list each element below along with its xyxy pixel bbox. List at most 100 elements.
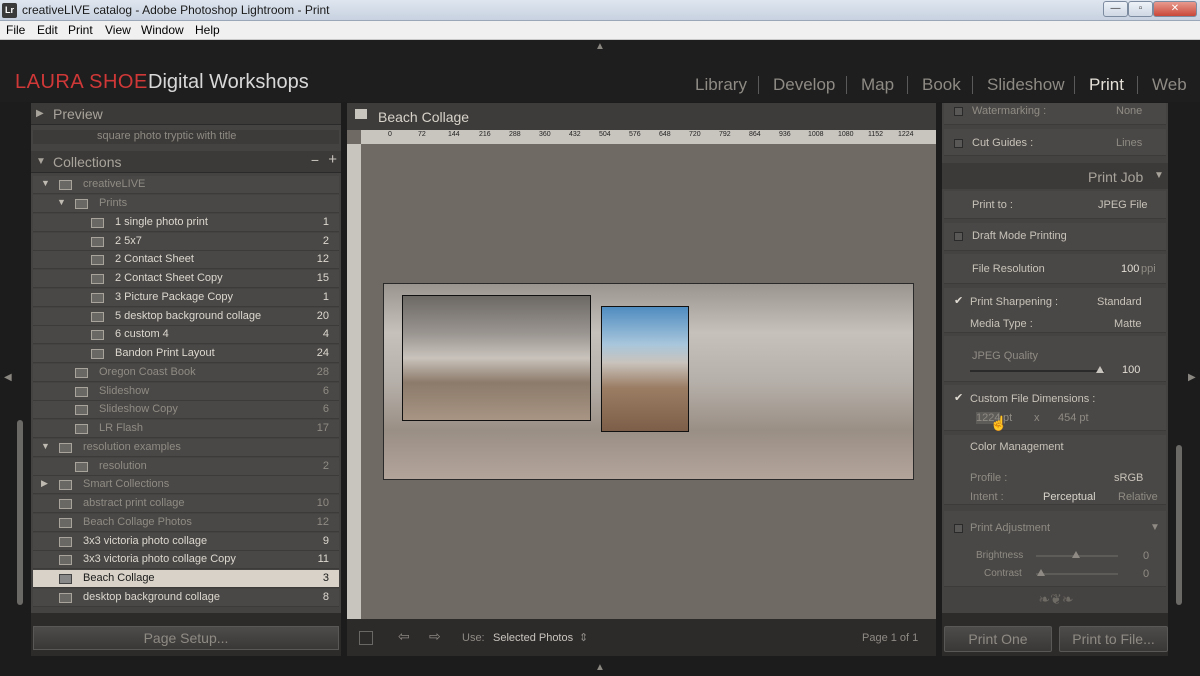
cut-guides-checkbox[interactable] <box>954 139 963 148</box>
collapse-arrow-icon: ▶ <box>36 108 44 119</box>
print-collection-icon <box>91 274 104 284</box>
printer-icon <box>355 109 367 119</box>
hand-cursor-icon: ☝ <box>990 415 1008 431</box>
filmstrip-toggle-icon[interactable]: ▲ <box>595 662 605 673</box>
print-collection-icon <box>59 537 72 547</box>
menu-edit[interactable]: Edit <box>37 23 58 37</box>
collection-icon <box>75 462 88 472</box>
watermark-dropdown[interactable]: None <box>1116 105 1142 117</box>
list-item[interactable]: 2 Contact Sheet 12 <box>33 251 339 269</box>
previous-page-icon[interactable]: ⇦ <box>398 628 410 645</box>
jpeg-quality-slider-knob[interactable] <box>1096 366 1104 373</box>
print-collection-icon <box>91 312 104 322</box>
list-item[interactable]: LR Flash 17 <box>33 420 339 438</box>
window-title: creativeLIVE catalog - Adobe Photoshop L… <box>22 3 330 17</box>
remove-collection-icon[interactable]: − <box>311 152 319 168</box>
canvas-toolbar: ⇦ ⇨ Use: Selected Photos ⇕ Page 1 of 1 <box>347 619 936 656</box>
maximize-button[interactable]: ▫ <box>1128 1 1153 17</box>
right-panel: Watermarking : None Cut Guides : Lines P… <box>942 103 1168 656</box>
contrast-slider-knob[interactable] <box>1037 569 1045 576</box>
photo-cell-beach-clouds[interactable] <box>402 295 591 421</box>
menu-help[interactable]: Help <box>195 23 220 37</box>
list-item[interactable]: Beach Collage Photos 12 <box>33 514 339 532</box>
smart-collections-set[interactable]: ▶ Smart Collections <box>33 476 339 494</box>
next-page-icon[interactable]: ⇨ <box>429 628 441 645</box>
slideshow-collection-icon <box>75 405 88 415</box>
module-print[interactable]: Print <box>1089 75 1124 95</box>
close-window-button[interactable]: ✕ <box>1153 1 1197 17</box>
list-item[interactable]: abstract print collage 10 <box>33 495 339 513</box>
collection-set-resolution-examples[interactable]: ▼ resolution examples <box>33 439 339 457</box>
list-item[interactable]: Bandon Print Layout 24 <box>33 345 339 363</box>
module-library[interactable]: Library <box>695 75 747 95</box>
list-item[interactable]: 1 single photo print 1 <box>33 214 339 232</box>
print-to-file-button[interactable]: Print to File... <box>1059 626 1168 652</box>
watermarking-checkbox[interactable] <box>954 107 963 116</box>
brightness-slider-knob[interactable] <box>1072 551 1080 558</box>
list-item[interactable]: Slideshow 6 <box>33 383 339 401</box>
use-dropdown-icon[interactable]: ⇕ <box>579 631 588 644</box>
contrast-slider[interactable] <box>1036 573 1118 575</box>
profile-dropdown[interactable]: sRGB <box>1114 472 1143 484</box>
list-item[interactable]: 3x3 victoria photo collage Copy 11 <box>33 551 339 569</box>
jpeg-quality-slider[interactable] <box>970 370 1104 372</box>
list-item[interactable]: 3x3 victoria photo collage 9 <box>33 533 339 551</box>
sharpening-dropdown[interactable]: Standard <box>1097 296 1142 308</box>
height-field[interactable]: 454 pt <box>1058 412 1089 424</box>
print-to-dropdown[interactable]: JPEG File <box>1098 199 1148 211</box>
template-item[interactable]: square photo tryptic with title <box>33 130 339 144</box>
menu-view[interactable]: View <box>105 23 131 37</box>
collection-set-icon <box>59 443 72 453</box>
list-item[interactable]: Oregon Coast Book 28 <box>33 364 339 382</box>
use-selector[interactable]: Selected Photos <box>493 632 573 644</box>
module-web[interactable]: Web <box>1152 75 1187 95</box>
menu-bar: File Edit Print View Window Help <box>0 21 1200 40</box>
custom-dimensions-row: ✔ Custom File Dimensions : 1224 pt x 454… <box>944 385 1166 431</box>
menu-window[interactable]: Window <box>141 23 184 37</box>
print-adjustment-checkbox[interactable] <box>954 524 963 533</box>
list-item[interactable]: 3 Picture Package Copy 1 <box>33 289 339 307</box>
minimize-button[interactable]: — <box>1103 1 1128 17</box>
list-item[interactable]: 6 custom 44 <box>33 326 339 344</box>
list-item[interactable]: desktop background collage 8 <box>33 589 339 607</box>
right-panel-toggle-icon[interactable]: ▶ <box>1188 372 1196 383</box>
intent-perceptual-option[interactable]: Perceptual <box>1043 491 1096 503</box>
list-item[interactable]: resolution 2 <box>33 458 339 476</box>
print-job-panel-header[interactable]: Print Job ▼ <box>942 163 1168 189</box>
module-slideshow[interactable]: Slideshow <box>987 75 1065 95</box>
print-collection-icon <box>59 574 72 584</box>
module-develop[interactable]: Develop <box>773 75 835 95</box>
list-item-selected[interactable]: Beach Collage 3 <box>33 570 339 588</box>
collections-panel-header[interactable]: ▼ Collections − + <box>31 151 341 173</box>
page-setup-button[interactable]: Page Setup... <box>33 626 339 650</box>
custom-dimensions-checkmark-icon[interactable]: ✔ <box>954 391 963 404</box>
vertical-ruler <box>347 144 361 619</box>
module-book[interactable]: Book <box>922 75 961 95</box>
media-type-dropdown[interactable]: Matte <box>1114 318 1142 330</box>
right-panel-scrollbar[interactable] <box>1176 445 1182 605</box>
left-panel-scrollbar[interactable] <box>17 420 23 605</box>
list-item[interactable]: Slideshow Copy 6 <box>33 401 339 419</box>
add-collection-icon[interactable]: + <box>328 151 337 168</box>
draft-mode-checkbox[interactable] <box>954 232 963 241</box>
module-map[interactable]: Map <box>861 75 894 95</box>
print-sharpening-checkmark-icon[interactable]: ✔ <box>954 294 963 307</box>
menu-file[interactable]: File <box>6 23 25 37</box>
left-panel-toggle-icon[interactable]: ◀ <box>4 372 12 383</box>
photo-cell-beach-blue-sky[interactable] <box>601 306 689 432</box>
file-resolution-value[interactable]: 100 <box>1121 263 1139 275</box>
list-item[interactable]: 2 5x7 2 <box>33 233 339 251</box>
top-panel-toggle-icon[interactable]: ▲ <box>595 41 605 52</box>
print-collection-icon <box>59 555 72 565</box>
collection-set-prints[interactable]: ▼ Prints <box>33 195 339 213</box>
stop-square-icon[interactable] <box>359 631 373 645</box>
list-item[interactable]: 2 Contact Sheet Copy 15 <box>33 270 339 288</box>
preview-panel-header[interactable]: ▶ Preview <box>31 103 341 125</box>
intent-relative-option[interactable]: Relative <box>1118 491 1158 503</box>
file-resolution-row: File Resolution 100 ppi <box>944 254 1166 284</box>
cut-guides-dropdown[interactable]: Lines <box>1116 137 1142 149</box>
collection-set-creativelive[interactable]: ▼ creativeLIVE <box>33 176 339 194</box>
list-item[interactable]: 5 desktop background collage 20 <box>33 308 339 326</box>
print-one-button[interactable]: Print One <box>944 626 1052 652</box>
menu-print[interactable]: Print <box>68 23 93 37</box>
